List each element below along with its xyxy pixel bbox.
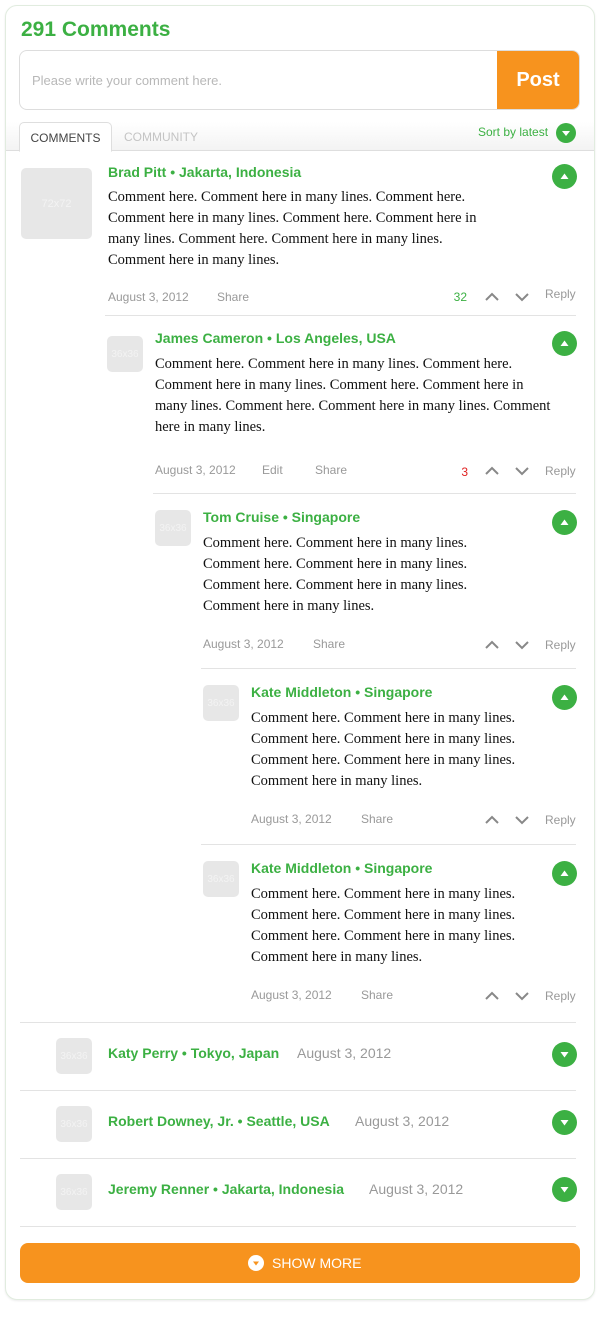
sort-link[interactable]: Sort by latest [478, 125, 548, 139]
share-link[interactable]: Share [217, 290, 249, 304]
post-button[interactable]: Post [497, 51, 579, 109]
comment-body: Comment here. Comment here in many lines… [155, 356, 551, 435]
comment-body: Comment here. Comment here in many lines… [251, 710, 516, 789]
avatar: 36x36 [56, 1038, 92, 1074]
share-link[interactable]: Share [315, 463, 347, 477]
upvote-icon[interactable] [484, 989, 500, 1001]
divider [20, 1158, 576, 1159]
downvote-icon[interactable] [514, 290, 530, 302]
downvote-icon[interactable] [514, 638, 530, 650]
avatar: 36x36 [203, 685, 239, 721]
collapsed-comment-author[interactable]: Katy Perry • Tokyo, Japan [108, 1045, 279, 1061]
divider [105, 315, 576, 316]
collapse-icon[interactable] [552, 331, 577, 356]
comment-date: August 3, 2012 [251, 988, 332, 1002]
collapsed-comment-date: August 3, 2012 [355, 1113, 450, 1129]
collapse-icon[interactable] [552, 164, 577, 189]
collapse-icon[interactable] [552, 685, 577, 710]
comment-body: Comment here. Comment here in many lines… [108, 189, 477, 268]
chevron-down-icon [248, 1255, 264, 1271]
reply-link[interactable]: Reply [545, 989, 576, 1003]
divider [201, 844, 576, 845]
avatar: 36x36 [56, 1174, 92, 1210]
edit-link[interactable]: Edit [262, 463, 283, 477]
reply-link[interactable]: Reply [545, 287, 576, 301]
avatar: 36x36 [56, 1106, 92, 1142]
expand-icon[interactable] [552, 1110, 577, 1135]
comment-author[interactable]: Kate Middleton • Singapore [251, 684, 432, 700]
reply-link[interactable]: Reply [545, 464, 576, 478]
sort-dropdown-icon[interactable] [556, 123, 576, 143]
tab-comments[interactable]: COMMENTS [19, 122, 112, 152]
expand-icon[interactable] [552, 1042, 577, 1067]
downvote-icon[interactable] [514, 989, 530, 1001]
comment-input[interactable] [20, 51, 499, 109]
comment-date: August 3, 2012 [203, 637, 284, 651]
share-link[interactable]: Share [313, 637, 345, 651]
avatar: 72x72 [21, 168, 92, 239]
vote-count: 3 [461, 465, 468, 479]
comment-body: Comment here. Comment here in many lines… [251, 886, 516, 965]
show-more-button[interactable]: SHOW MORE [20, 1243, 580, 1283]
collapse-icon[interactable] [552, 510, 577, 535]
comment-author[interactable]: Tom Cruise • Singapore [203, 509, 360, 525]
collapsed-comment-author[interactable]: Jeremy Renner • Jakarta, Indonesia [108, 1181, 344, 1197]
upvote-icon[interactable] [484, 290, 500, 302]
tab-community[interactable]: COMMUNITY [124, 122, 198, 152]
divider [20, 1226, 576, 1227]
comment-body: Comment here. Comment here in many lines… [203, 535, 468, 614]
share-link[interactable]: Share [361, 812, 393, 826]
comment-author[interactable]: Brad Pitt • Jakarta, Indonesia [108, 164, 301, 180]
collapsed-comment-date: August 3, 2012 [297, 1045, 392, 1061]
comment-date: August 3, 2012 [251, 812, 332, 826]
reply-link[interactable]: Reply [545, 638, 576, 652]
comment-count-title: 291 Comments [21, 18, 171, 41]
avatar: 36x36 [203, 861, 239, 897]
collapsed-comment-author[interactable]: Robert Downey, Jr. • Seattle, USA [108, 1113, 330, 1129]
vote-count: 32 [453, 290, 467, 304]
downvote-icon[interactable] [514, 813, 530, 825]
comment-author[interactable]: Kate Middleton • Singapore [251, 860, 432, 876]
collapsed-comment-date: August 3, 2012 [369, 1181, 464, 1197]
expand-icon[interactable] [552, 1177, 577, 1202]
comment-composer: Post [19, 50, 580, 110]
upvote-icon[interactable] [484, 464, 500, 476]
divider [20, 1090, 576, 1091]
upvote-icon[interactable] [484, 638, 500, 650]
reply-link[interactable]: Reply [545, 813, 576, 827]
divider [201, 668, 576, 669]
divider [153, 493, 576, 494]
share-link[interactable]: Share [361, 988, 393, 1002]
comment-author[interactable]: James Cameron • Los Angeles, USA [155, 330, 396, 346]
collapse-icon[interactable] [552, 861, 577, 886]
comment-date: August 3, 2012 [108, 290, 189, 304]
show-more-label: SHOW MORE [272, 1255, 362, 1271]
upvote-icon[interactable] [484, 813, 500, 825]
downvote-icon[interactable] [514, 464, 530, 476]
avatar: 36x36 [155, 510, 191, 546]
divider [20, 1022, 576, 1023]
comment-date: August 3, 2012 [155, 463, 236, 477]
avatar: 36x36 [107, 336, 143, 372]
